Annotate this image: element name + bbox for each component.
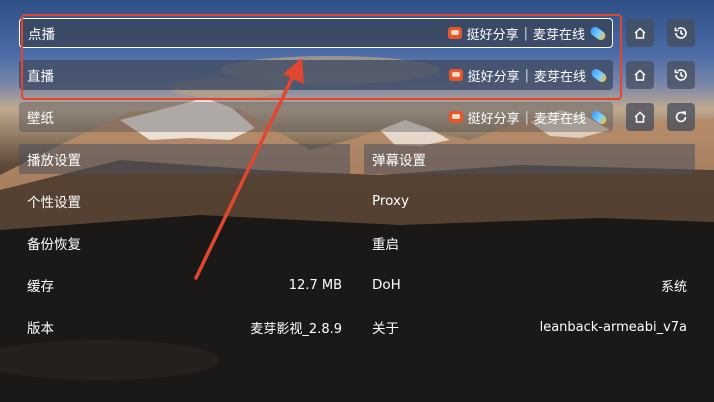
annotation-arrow [194,58,304,280]
